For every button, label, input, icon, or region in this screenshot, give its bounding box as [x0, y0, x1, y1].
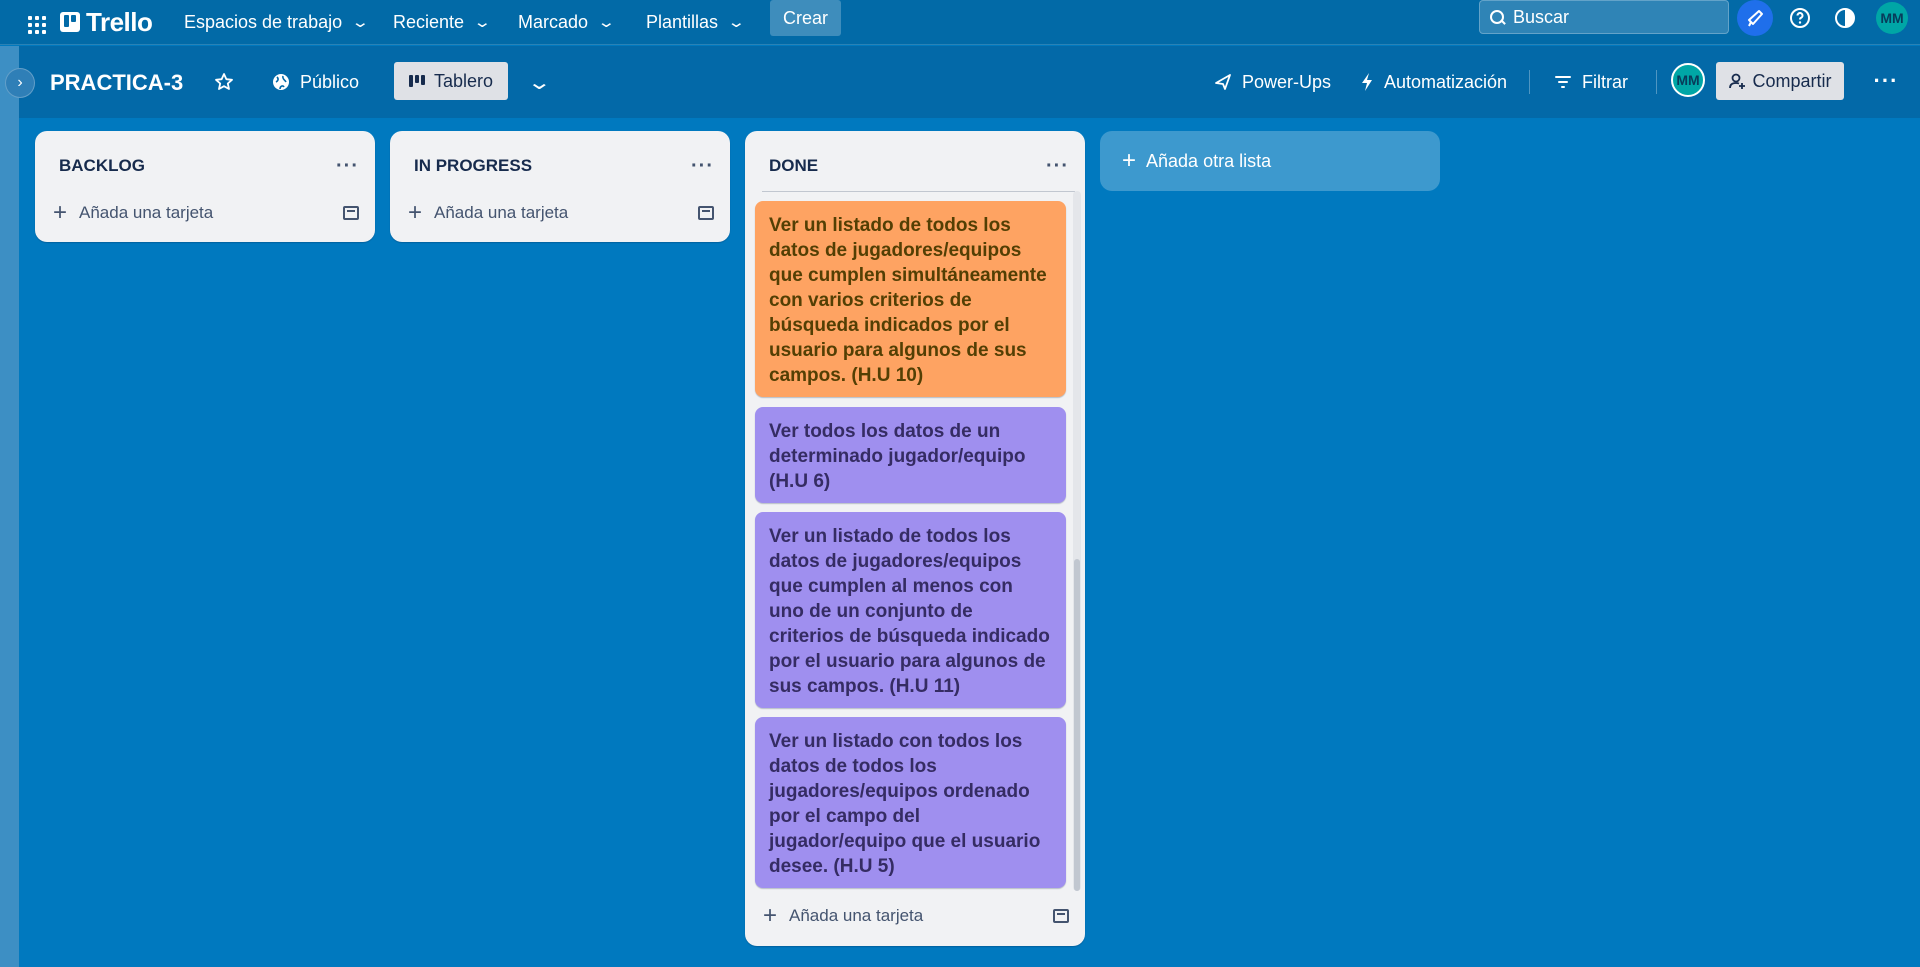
create-button[interactable]: Crear: [770, 0, 841, 36]
rocket-icon: [1215, 74, 1231, 90]
trello-logo-icon: [60, 12, 80, 32]
card-template-icon[interactable]: [1053, 909, 1069, 923]
globe-icon: [273, 74, 289, 90]
add-card-label: Añada una tarjeta: [789, 906, 924, 925]
filter-button[interactable]: Filtrar: [1546, 63, 1636, 101]
contrast-icon: [1835, 8, 1855, 28]
chevron-down-icon: ⌄: [726, 14, 746, 31]
automation-label: Automatización: [1384, 71, 1508, 92]
card-hu-5[interactable]: Ver un listado con todos los datos de to…: [755, 717, 1066, 888]
list-title[interactable]: IN PROGRESS: [414, 156, 532, 176]
trello-logo[interactable]: Trello: [60, 6, 153, 38]
nav-starred-label: Marcado: [518, 11, 589, 32]
card-hu-10[interactable]: Ver un listado de todos los datos de jug…: [755, 201, 1066, 397]
plus-icon: +: [763, 902, 778, 929]
list-header: DONE ···: [769, 151, 1069, 181]
share-label: Compartir: [1752, 70, 1832, 91]
card-hu-6[interactable]: Ver todos los datos de un determinado ju…: [755, 407, 1066, 503]
star-icon: [215, 73, 233, 90]
chevron-down-icon: ⌄: [472, 14, 492, 31]
list-scrollbar-thumb[interactable]: [1074, 559, 1080, 891]
add-card-button[interactable]: + Añada una tarjeta: [763, 898, 1069, 934]
visibility-button[interactable]: Público: [264, 63, 367, 101]
add-card-label: Añada una tarjeta: [434, 203, 569, 222]
card-template-icon[interactable]: [698, 206, 714, 220]
card-title: Ver un listado de todos los datos de jug…: [769, 526, 1050, 697]
search-input[interactable]: Buscar: [1479, 0, 1729, 34]
megaphone-icon: [1748, 10, 1763, 27]
user-avatar[interactable]: MM: [1876, 2, 1908, 34]
plus-icon: +: [408, 199, 423, 226]
sidebar-collapsed: [0, 46, 19, 967]
plus-icon: +: [53, 199, 68, 226]
nav-templates-menu[interactable]: Plantillas ⌄: [636, 4, 753, 40]
chevron-down-icon: ⌄: [596, 14, 616, 31]
card-title: Ver un listado con todos los datos de to…: [769, 731, 1041, 877]
plus-icon: +: [1122, 147, 1137, 174]
brand-name: Trello: [86, 6, 153, 37]
card-template-icon[interactable]: [343, 206, 359, 220]
view-switcher-button[interactable]: Tablero: [394, 62, 508, 100]
search-icon: [1490, 9, 1505, 25]
app-switcher-icon[interactable]: [19, 7, 51, 39]
star-board-button[interactable]: [206, 63, 242, 101]
list-title[interactable]: DONE: [769, 156, 818, 176]
help-icon: [1790, 8, 1810, 28]
chevron-right-icon: ›: [17, 74, 23, 91]
header-divider: [1529, 70, 1530, 94]
list-more-icon[interactable]: ···: [1046, 156, 1069, 176]
view-options-dropdown[interactable]: ⌄: [519, 63, 556, 101]
visibility-label: Público: [300, 71, 360, 92]
filter-label: Filtrar: [1582, 71, 1628, 92]
automation-button[interactable]: Automatización: [1352, 63, 1515, 101]
nav-recent-menu[interactable]: Reciente ⌄: [383, 4, 499, 40]
power-ups-label: Power-Ups: [1242, 71, 1332, 92]
view-label: Tablero: [433, 70, 494, 91]
card-title: Ver un listado de todos los datos de jug…: [769, 215, 1047, 386]
power-ups-button[interactable]: Power-Ups: [1206, 63, 1339, 101]
notifications-button[interactable]: [1737, 0, 1773, 36]
chevron-down-icon: ⌄: [526, 71, 552, 94]
nav-recent-label: Reciente: [393, 11, 465, 32]
nav-templates-label: Plantillas: [646, 11, 719, 32]
list-more-icon[interactable]: ···: [691, 156, 714, 176]
theme-toggle-button[interactable]: [1826, 0, 1864, 36]
chevron-down-icon: ⌄: [350, 14, 370, 31]
board-view-icon: [408, 75, 425, 87]
help-button[interactable]: [1781, 0, 1819, 36]
list-title[interactable]: BACKLOG: [59, 156, 145, 176]
sidebar-toggle-button[interactable]: ›: [5, 68, 35, 98]
add-list-label: Añada otra lista: [1146, 150, 1272, 171]
header-divider: [1656, 70, 1657, 94]
add-person-icon: [1729, 73, 1746, 89]
board-title[interactable]: PRACTICA-3: [50, 68, 183, 98]
list-header: BACKLOG ···: [59, 151, 359, 181]
search-placeholder: Buscar: [1513, 6, 1570, 27]
add-card-button[interactable]: + Añada una tarjeta: [408, 195, 714, 231]
list-header: IN PROGRESS ···: [414, 151, 714, 181]
list-backlog: BACKLOG ··· + Añada una tarjeta: [35, 131, 375, 242]
nav-starred-menu[interactable]: Marcado ⌄: [508, 4, 623, 40]
nav-workspaces-menu[interactable]: Espacios de trabajo ⌄: [174, 4, 377, 40]
filter-icon: [1555, 76, 1571, 88]
list-in-progress: IN PROGRESS ··· + Añada una tarjeta: [390, 131, 730, 242]
lightning-icon: [1362, 73, 1372, 91]
card-hu-11[interactable]: Ver un listado de todos los datos de jug…: [755, 512, 1066, 708]
nav-workspaces-label: Espacios de trabajo: [184, 11, 343, 32]
add-list-button[interactable]: + Añada otra lista: [1100, 131, 1440, 191]
add-card-label: Añada una tarjeta: [79, 203, 214, 222]
card-title: Ver todos los datos de un determinado ju…: [769, 421, 1026, 492]
board-menu-more-icon[interactable]: ···: [1868, 63, 1904, 99]
top-navigation: Trello Espacios de trabajo ⌄ Reciente ⌄ …: [0, 0, 1920, 45]
share-button[interactable]: Compartir: [1716, 62, 1844, 100]
add-card-button[interactable]: + Añada una tarjeta: [53, 195, 359, 231]
list-divider: [762, 191, 1075, 192]
list-done: DONE ··· Ver un listado de todos los dat…: [745, 131, 1085, 946]
list-more-icon[interactable]: ···: [336, 156, 359, 176]
board-member-avatar[interactable]: MM: [1671, 63, 1705, 97]
